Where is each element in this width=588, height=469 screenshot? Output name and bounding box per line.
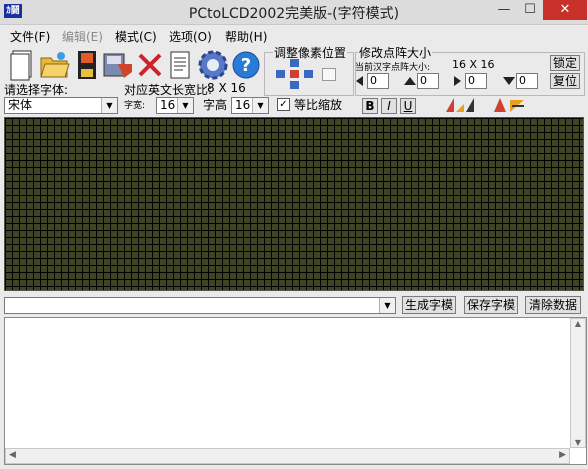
underline-button[interactable]: U [400, 98, 416, 114]
help-icon[interactable]: ? [229, 47, 263, 83]
width-select-value: 16 [160, 98, 176, 112]
font-select[interactable]: 宋体 ▼ [4, 97, 118, 114]
flip-vertical-icon[interactable] [490, 96, 526, 114]
italic-button[interactable]: I [381, 98, 397, 114]
vertical-scrollbar[interactable]: ▲ ▼ [570, 318, 586, 448]
shift-left-icon[interactable] [276, 70, 285, 78]
ratio-label: 对应英文长宽比: [124, 83, 213, 97]
scroll-right-icon[interactable]: ▶ [559, 450, 566, 460]
center-icon[interactable] [290, 70, 299, 78]
menu-bar: 文件(F) 编辑(E) 模式(C) 选项(O) 帮助(H) [0, 25, 588, 45]
decrease-width-icon[interactable] [354, 74, 366, 88]
height-select-value: 16 [235, 98, 251, 112]
proportional-label: 等比缩放 [294, 98, 343, 112]
width-decrease-field[interactable]: 0 [367, 73, 389, 89]
lock-button[interactable]: 锁定 [550, 55, 580, 71]
shift-up-icon[interactable] [290, 59, 299, 67]
width-increase-field[interactable]: 0 [465, 73, 487, 89]
scroll-left-icon[interactable]: ◀ [9, 450, 16, 460]
reset-button[interactable]: 复位 [550, 73, 580, 89]
maximize-button[interactable]: ☐ [517, 0, 543, 20]
bold-button[interactable]: B [362, 98, 378, 114]
menu-file[interactable]: 文件(F) [10, 28, 50, 45]
settings-gear-icon[interactable] [196, 47, 230, 83]
font-select-value: 宋体 [8, 98, 33, 112]
close-button[interactable]: ✕ [543, 0, 587, 20]
save-as-icon[interactable] [101, 47, 135, 83]
title-bar: ｶ鬪 PCtoLCD2002完美版-(字符模式) — ☐ ✕ [0, 0, 588, 25]
current-size-value: 16 X 16 [452, 58, 495, 71]
modify-size-label: 修改点阵大小 [358, 44, 433, 61]
increase-height-icon[interactable] [501, 74, 515, 88]
chevron-down-icon[interactable]: ▼ [177, 98, 193, 113]
adjust-pixel-label: 调整像素位置 [273, 44, 348, 61]
proportional-checkbox[interactable]: ✓ [277, 98, 290, 111]
chevron-down-icon[interactable]: ▼ [101, 98, 117, 113]
character-input[interactable]: ▼ [4, 297, 396, 314]
save-disk-icon[interactable] [72, 47, 102, 83]
shift-down-icon[interactable] [290, 81, 299, 89]
shift-right-icon[interactable] [304, 70, 313, 78]
menu-edit[interactable]: 编辑(E) [62, 28, 103, 45]
increase-width-icon[interactable] [451, 74, 463, 88]
flip-horizontal-icon[interactable] [444, 96, 478, 114]
clear-data-button[interactable]: 清除数据 [525, 296, 581, 314]
delete-icon[interactable] [134, 47, 166, 83]
menu-mode[interactable]: 模式(C) [115, 28, 157, 45]
pixel-editor-grid[interactable] [4, 117, 584, 291]
height-select[interactable]: 16 ▼ [231, 97, 269, 114]
width-select[interactable]: 16 ▼ [156, 97, 194, 114]
menu-options[interactable]: 选项(O) [169, 28, 212, 45]
select-font-label: 请选择字体: [4, 83, 69, 97]
generate-font-button[interactable]: 生成字模 [402, 296, 456, 314]
horizontal-scrollbar[interactable]: ◀ ▶ [5, 448, 570, 464]
svg-text:?: ? [241, 55, 251, 76]
height-label: 字高 [203, 98, 228, 112]
save-font-button[interactable]: 保存字模 [464, 296, 518, 314]
open-folder-icon[interactable] [38, 47, 72, 83]
new-file-icon[interactable] [6, 47, 40, 83]
document-icon[interactable] [166, 47, 194, 83]
output-text-area[interactable]: ▲ ▼ ◀ ▶ [4, 317, 587, 465]
mirror-icon[interactable] [322, 68, 336, 81]
decrease-height-icon[interactable] [402, 74, 416, 88]
minimize-button[interactable]: — [491, 0, 517, 20]
menu-help[interactable]: 帮助(H) [225, 28, 267, 45]
current-size-label: 当前汉字点阵大小: [355, 63, 431, 73]
chevron-down-icon[interactable]: ▼ [252, 98, 268, 113]
ratio-value: 8 X 16 [207, 81, 246, 95]
scroll-down-icon[interactable]: ▼ [571, 438, 585, 447]
chevron-down-icon[interactable]: ▼ [379, 298, 395, 313]
height-decrease-field[interactable]: 0 [417, 73, 439, 89]
scroll-up-icon[interactable]: ▲ [571, 319, 585, 328]
height-increase-field[interactable]: 0 [516, 73, 538, 89]
width-label: 字宽: [124, 101, 146, 111]
